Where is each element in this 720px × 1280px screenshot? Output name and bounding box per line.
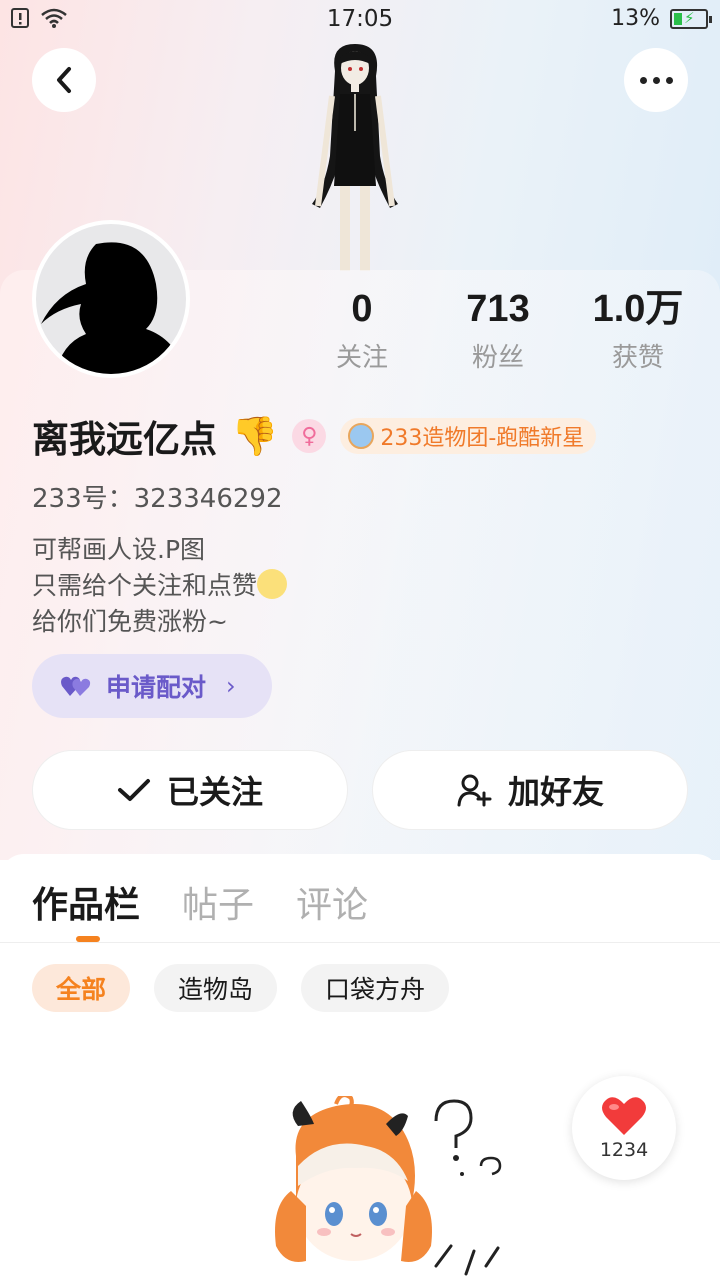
status-bar: 17:05 13% ⚡ xyxy=(0,0,720,40)
bio-line: 给你们免费涨粉~ xyxy=(32,607,228,636)
heart-icon xyxy=(602,1097,646,1135)
likes-count: 1.0万 xyxy=(592,288,684,330)
character-model xyxy=(312,44,398,271)
filter-chips: 全部 造物岛 口袋方舟 xyxy=(32,964,450,1012)
bio: 可帮画人设.P图 只需给个关注和点赞 给你们免费涨粉~ xyxy=(32,532,288,640)
add-friend-button[interactable]: 加好友 xyxy=(372,750,688,830)
chevron-right-icon: › xyxy=(226,672,236,700)
avatar[interactable] xyxy=(32,220,190,378)
tab-comments[interactable]: 评论 xyxy=(296,876,368,928)
add-user-icon xyxy=(457,774,492,807)
tab-bar: 作品栏 帖子 评论 xyxy=(32,876,368,928)
bio-line: 只需给个关注和点赞 xyxy=(32,571,258,600)
user-id: 233号：323346292 xyxy=(32,484,283,514)
stat-fans[interactable]: 713 粉丝 xyxy=(428,285,568,374)
check-icon xyxy=(117,779,150,801)
fans-count: 713 xyxy=(466,288,530,330)
apply-pair-label: 申请配对 xyxy=(106,673,207,702)
followed-label: 已关注 xyxy=(166,773,263,811)
female-icon: ♀ xyxy=(292,419,327,453)
tab-works[interactable]: 作品栏 xyxy=(32,876,140,928)
chip-creation-island[interactable]: 造物岛 xyxy=(154,964,278,1012)
chip-all[interactable]: 全部 xyxy=(32,964,131,1012)
battery-percent: 13% xyxy=(611,6,660,31)
double-heart-icon xyxy=(61,676,91,696)
apply-pair-button[interactable]: 申请配对 › xyxy=(32,654,272,718)
add-friend-label: 加好友 xyxy=(507,773,604,811)
username: 离我远亿点 xyxy=(32,418,217,461)
like-button[interactable]: 1234 xyxy=(572,1076,676,1180)
following-count: 0 xyxy=(351,288,373,330)
avatar-silhouette xyxy=(41,242,186,374)
bio-line: 可帮画人设.P图 xyxy=(32,535,206,564)
creator-tag[interactable]: 233造物团-跑酷新星 xyxy=(340,418,597,454)
following-label: 关注 xyxy=(335,343,388,373)
back-button[interactable] xyxy=(32,48,96,112)
stat-following[interactable]: 0 关注 xyxy=(292,285,432,374)
followed-button[interactable]: 已关注 xyxy=(32,750,348,830)
thumbs-down-icon: 👎 xyxy=(231,413,279,458)
stat-likes[interactable]: 1.0万 获赞 xyxy=(568,285,708,374)
empty-state-mascot xyxy=(275,1096,502,1276)
content-section: 作品栏 帖子 评论 全部 造物岛 口袋方舟 1234 xyxy=(0,854,720,1280)
battery-icon: ⚡ xyxy=(670,8,712,29)
more-dots-icon xyxy=(639,76,673,84)
like-count: 1234 xyxy=(599,1139,649,1161)
nerd-face-icon xyxy=(257,569,288,599)
divider xyxy=(0,942,720,943)
back-arrow-icon xyxy=(57,67,71,93)
tab-posts[interactable]: 帖子 xyxy=(182,876,254,928)
creator-tag-label: 233造物团-跑酷新星 xyxy=(380,426,585,451)
chip-pocket-ark[interactable]: 口袋方舟 xyxy=(301,964,450,1012)
fans-label: 粉丝 xyxy=(471,343,524,373)
more-button[interactable] xyxy=(624,48,688,112)
creator-badge-icon xyxy=(348,423,375,449)
likes-label: 获赞 xyxy=(611,343,664,373)
name-row: 离我远亿点 👎 ♀ 233造物团-跑酷新星 xyxy=(32,408,597,464)
